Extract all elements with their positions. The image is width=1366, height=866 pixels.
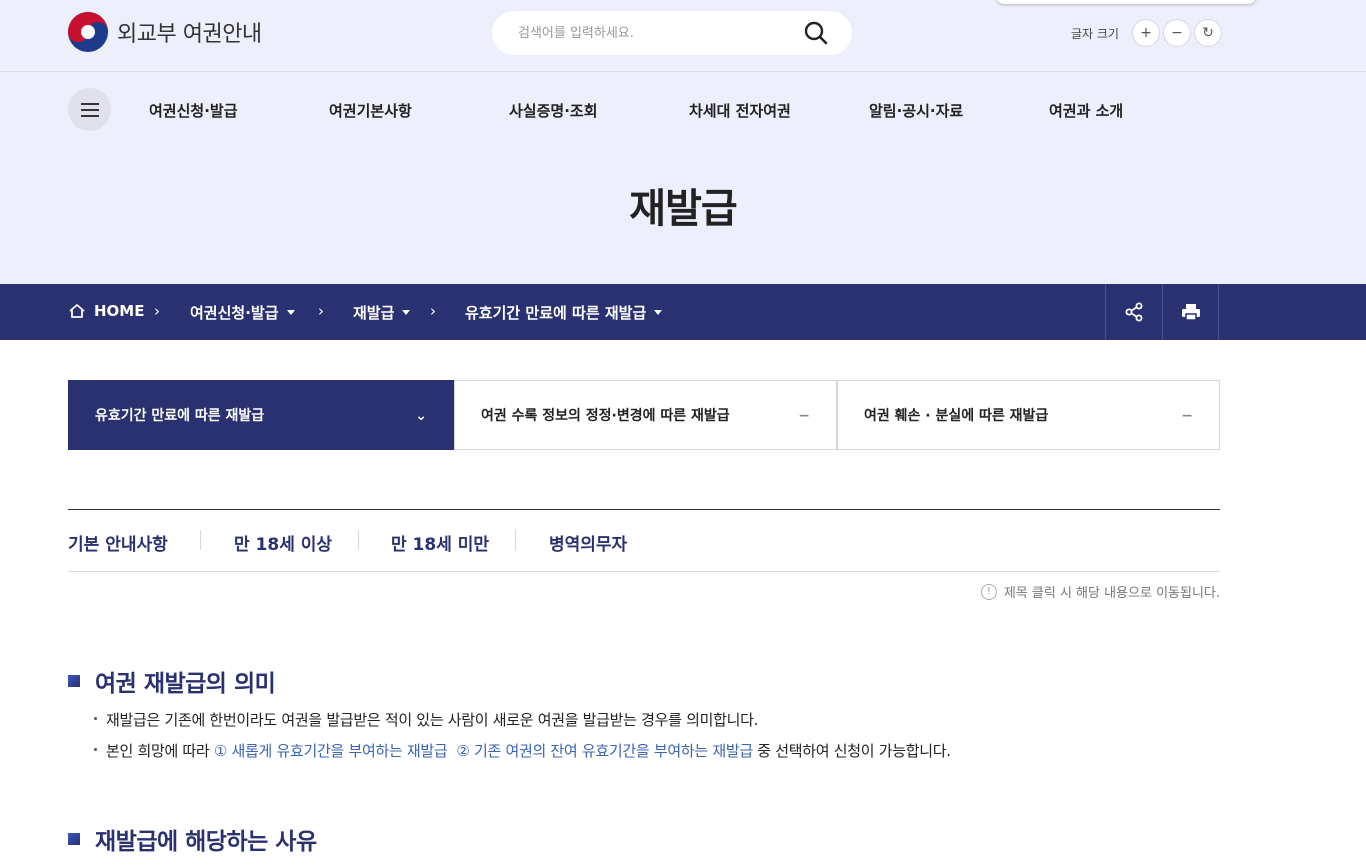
chevron-right-icon: › (318, 302, 324, 320)
square-bullet-icon (68, 675, 80, 687)
section-title-reasons: 재발급에 해당하는 사유 (68, 822, 317, 856)
font-decrease-button[interactable]: − (1162, 19, 1191, 47)
gnb-item-e-passport[interactable]: 차세대 전자여권 (689, 100, 791, 121)
dropdown-edge (996, 0, 1256, 4)
tab-label: 여권 수록 정보의 정정·변경에 따른 재발급 (481, 408, 730, 424)
section-title-meaning: 여권 재발급의 의미 (68, 664, 276, 698)
minus-icon: − (1181, 408, 1193, 424)
divider (358, 530, 359, 550)
caret-down-icon (286, 310, 295, 315)
breadcrumb: HOME › 여권신청·발급 › 재발급 › 유효기간 만료에 따른 재발급 (0, 284, 1366, 340)
share-button[interactable] (1105, 284, 1162, 340)
list-item-text: 본인 희망에 따라 (106, 742, 214, 760)
info-icon: ! (980, 583, 997, 600)
print-icon (1181, 304, 1200, 321)
reissue-type-tabs: 유효기간 만료에 따른 재발급 ⌄ 여권 수록 정보의 정정·변경에 따른 재발… (68, 380, 1220, 450)
chevron-right-icon: › (154, 302, 160, 320)
list-item-text: 중 선택하여 신청이 가능합니다. (752, 742, 951, 760)
dot-bullet-icon (94, 748, 97, 751)
site-logo[interactable]: 외교부 여권안내 (68, 12, 262, 52)
tab-info-change-reissue[interactable]: 여권 수록 정보의 정정·변경에 따른 재발급 − (454, 380, 837, 450)
divider (200, 530, 201, 550)
page-title: 재발급 (629, 186, 737, 232)
new-validity-reissue-link[interactable]: ① 새롭게 유효기간을 부여하는 재발급 (214, 742, 448, 760)
divider (515, 530, 516, 550)
list-item: 본인 희망에 따라 ① 새롭게 유효기간을 부여하는 재발급 ② 기존 여권의 … (94, 740, 951, 761)
font-size-control: 글자 크기 + − ↻ (1071, 18, 1222, 48)
search-input[interactable] (518, 23, 798, 43)
utility-bar: 외교부 여권안내 글자 크기 + − ↻ (0, 0, 1366, 72)
chevron-down-icon: ⌄ (415, 408, 427, 424)
chevron-right-icon: › (430, 302, 436, 320)
share-icon (1125, 302, 1143, 322)
breadcrumb-label: 재발급 (353, 304, 395, 322)
anchor-age-18-over[interactable]: 만 18세 이상 (234, 530, 332, 555)
tab-expiry-reissue[interactable]: 유효기간 만료에 따른 재발급 ⌄ (68, 380, 454, 450)
home-icon (69, 304, 85, 318)
section-title-text: 여권 재발급의 의미 (95, 671, 276, 697)
taegeuk-logo-icon (68, 12, 108, 52)
anchor-basic-info[interactable]: 기본 안내사항 (68, 530, 168, 555)
header: 외교부 여권안내 글자 크기 + − ↻ 여권신청·발급 여권기본사항 사실증명… (0, 0, 1366, 284)
font-reset-button[interactable]: ↻ (1193, 19, 1222, 47)
dot-bullet-icon (94, 717, 97, 720)
font-size-label: 글자 크기 (1071, 26, 1119, 41)
section-title-text: 재발급에 해당하는 사유 (95, 829, 317, 855)
tab-label: 여권 훼손 · 분실에 따른 재발급 (864, 408, 1049, 424)
print-button[interactable] (1162, 284, 1219, 340)
gnb-item-notices[interactable]: 알림·공시·자료 (869, 100, 963, 121)
content-anchor-nav: 기본 안내사항 만 18세 이상 만 18세 미만 병역의무자 (68, 509, 1220, 572)
minus-icon: − (798, 408, 810, 424)
tab-damage-loss-reissue[interactable]: 여권 훼손 · 분실에 따른 재발급 − (837, 380, 1220, 450)
gnb-item-passport-basics[interactable]: 여권기본사항 (329, 100, 412, 121)
square-bullet-icon (68, 833, 80, 845)
gnb-item-about[interactable]: 여권과 소개 (1049, 100, 1123, 121)
breadcrumb-label: 여권신청·발급 (190, 304, 279, 322)
font-increase-button[interactable]: + (1131, 19, 1160, 47)
remaining-validity-reissue-link[interactable]: ② 기존 여권의 잔여 유효기간을 부여하는 재발급 (456, 742, 753, 760)
anchor-hint: ! 제목 클릭 시 해당 내용으로 이동됩니다. (980, 582, 1220, 601)
anchor-military-duty[interactable]: 병역의무자 (549, 530, 627, 555)
hint-text: 제목 클릭 시 해당 내용으로 이동됩니다. (1003, 586, 1220, 601)
anchor-age-18-under[interactable]: 만 18세 미만 (391, 530, 489, 555)
list-item-text: 재발급은 기존에 한번이라도 여권을 발급받은 적이 있는 사람이 새로운 여권… (106, 711, 759, 729)
caret-down-icon (654, 310, 663, 315)
hamburger-menu-icon[interactable] (68, 88, 111, 131)
logo-text: 외교부 여권안내 (117, 22, 262, 47)
caret-down-icon (402, 310, 411, 315)
breadcrumb-item-passport-apply[interactable]: 여권신청·발급 (190, 302, 295, 323)
breadcrumb-item-expiry-reissue[interactable]: 유효기간 만료에 따른 재발급 (465, 302, 663, 323)
search-icon[interactable] (802, 19, 830, 47)
breadcrumb-item-reissue[interactable]: 재발급 (353, 302, 411, 323)
gnb-item-certification[interactable]: 사실증명·조회 (509, 100, 598, 121)
breadcrumb-label: 유효기간 만료에 따른 재발급 (465, 304, 647, 322)
gnb-item-passport-apply[interactable]: 여권신청·발급 (149, 100, 238, 121)
breadcrumb-home[interactable]: HOME (68, 302, 144, 320)
list-item: 재발급은 기존에 한번이라도 여권을 발급받은 적이 있는 사람이 새로운 여권… (94, 709, 758, 730)
breadcrumb-home-label: HOME (94, 302, 145, 320)
search-box (492, 11, 852, 55)
tab-label: 유효기간 만료에 따른 재발급 (95, 408, 265, 424)
